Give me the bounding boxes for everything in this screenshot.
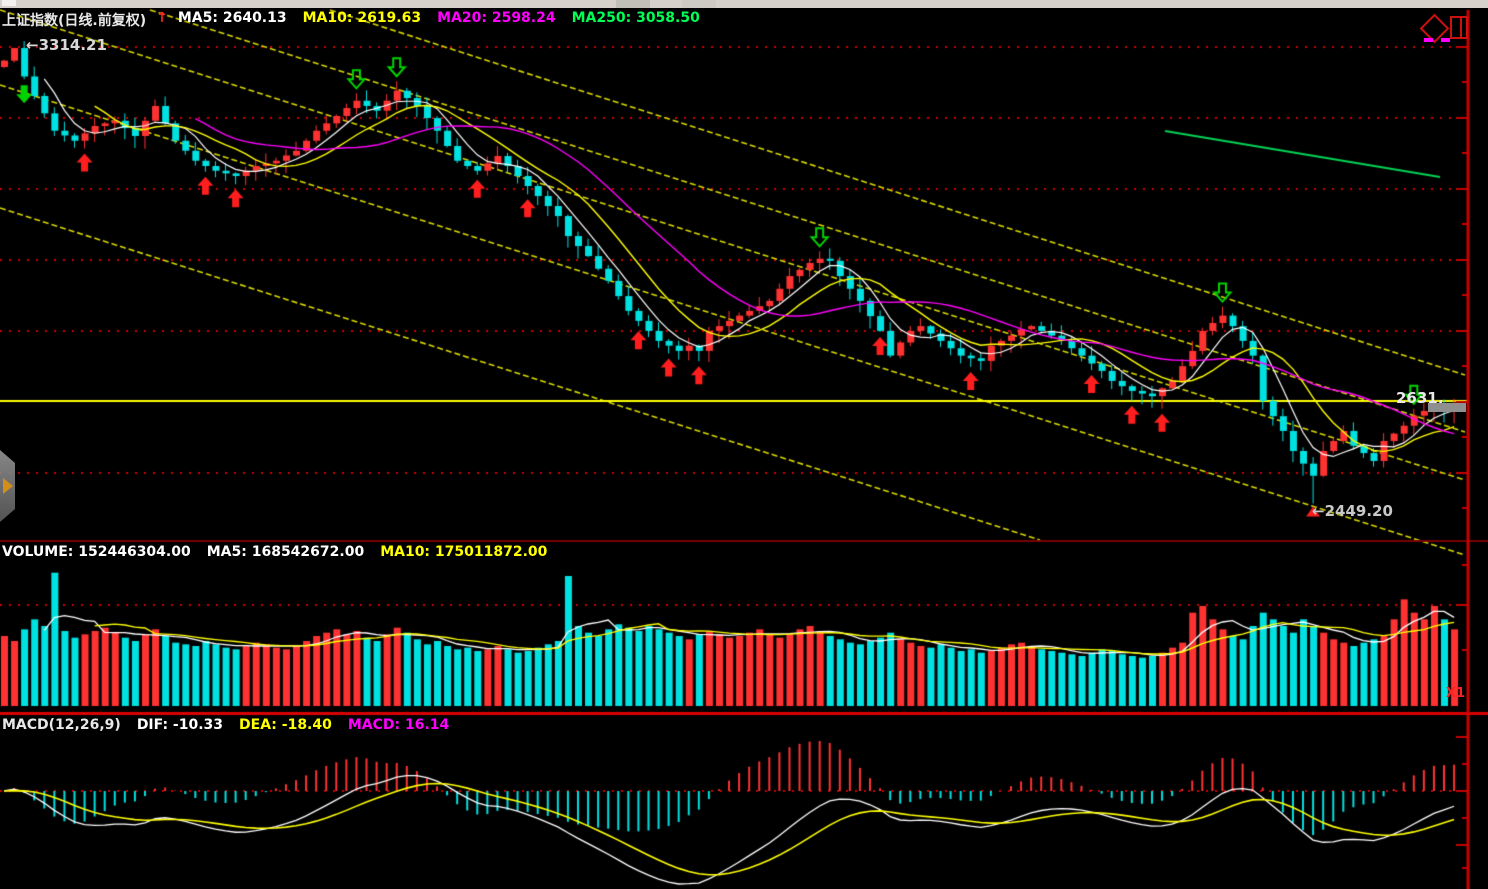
macd-header: MACD(12,26,9) DIF: -10.33 DEA: -18.40 MA…: [2, 717, 449, 733]
signal-up-arrow-icon: ↑: [156, 10, 168, 30]
low-price-label: ←2449.20: [1312, 502, 1393, 520]
ma10-label: MA10: 2619.63: [303, 10, 422, 30]
ma5-label: MA5: 2640.13: [178, 10, 287, 30]
toolbar-button-edge: [682, 0, 716, 8]
stock-chart-window: 上证指数(日线.前复权) ↑ MA5: 2640.13 MA10: 2619.6…: [0, 0, 1488, 889]
chart-canvas[interactable]: [0, 0, 1488, 889]
price-line-handle[interactable]: [1428, 403, 1466, 412]
dea-label: DEA: -18.40: [239, 717, 332, 733]
toolbar-button-edge: [616, 0, 650, 8]
toolbar-chip: [2, 0, 16, 6]
dif-label: DIF: -10.33: [137, 717, 223, 733]
vol-ma5-label: MA5: 168542672.00: [207, 544, 364, 560]
vol-ma10-label: MA10: 175011872.00: [380, 544, 547, 560]
magenta-dash-marker: [1441, 38, 1450, 42]
volume-header: VOLUME: 152446304.00 MA5: 168542672.00 M…: [2, 544, 547, 560]
toolbar-bottom-strip: [0, 0, 1488, 8]
volume-label: VOLUME: 152446304.00: [2, 544, 191, 560]
expand-arrow-icon: [3, 478, 13, 494]
split-window-icon[interactable]: [1450, 16, 1468, 39]
index-title: 上证指数(日线.前复权): [2, 10, 146, 30]
macd-title: MACD(12,26,9): [2, 717, 121, 733]
magenta-dash-marker: [1424, 38, 1433, 42]
volume-unit-label: X1: [1446, 686, 1465, 701]
ma250-label: MA250: 3058.50: [572, 10, 700, 30]
main-header: 上证指数(日线.前复权) ↑ MA5: 2640.13 MA10: 2619.6…: [2, 10, 700, 30]
macd-value-label: MACD: 16.14: [348, 717, 449, 733]
high-price-label: ←3314.21: [26, 36, 107, 54]
ma20-label: MA20: 2598.24: [437, 10, 556, 30]
